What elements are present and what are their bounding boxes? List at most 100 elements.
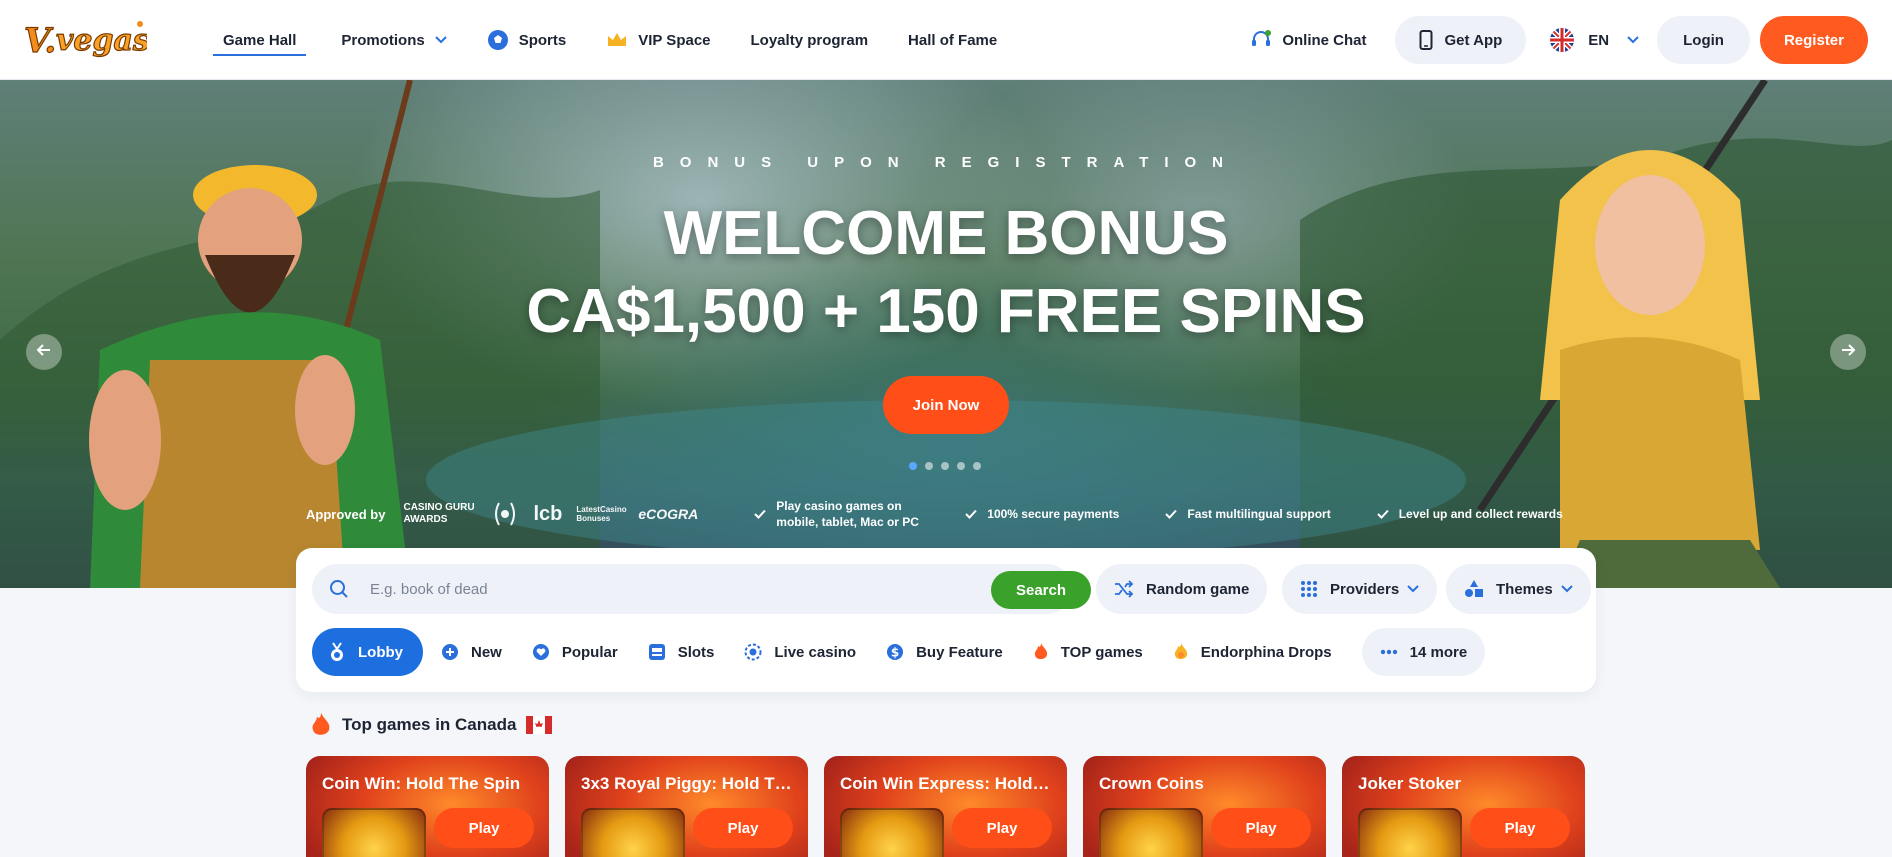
headset-icon (1250, 29, 1272, 51)
category-tab-label: Buy Feature (916, 643, 1003, 661)
shuffle-icon (1114, 580, 1134, 598)
feature-label: Play casino games on mobile, tablet, Mac… (776, 499, 919, 529)
category-tab-popular[interactable]: Popular (532, 628, 618, 676)
themes-dropdown[interactable]: Themes (1446, 564, 1591, 614)
nav-vip-space[interactable]: VIP Space (606, 0, 711, 80)
game-card[interactable]: Coin Win: Hold The Spin Play (306, 756, 549, 857)
register-button[interactable]: Register (1759, 16, 1868, 64)
category-tab-top-games[interactable]: TOP games (1033, 628, 1143, 676)
category-tab-lobby[interactable]: Lobby (312, 628, 423, 676)
nav-hall-of-fame-label: Hall of Fame (908, 31, 998, 49)
nav-game-hall-label: Game Hall (223, 31, 297, 49)
canada-flag-icon (526, 716, 553, 734)
slot-machine-icon (648, 643, 666, 661)
dollar-icon: $ (886, 643, 904, 661)
carousel-dot[interactable] (909, 462, 917, 470)
game-thumbnail[interactable] (322, 808, 426, 857)
game-card[interactable]: Coin Win Express: Hold The Spin Play (824, 756, 1067, 857)
carousel-dot[interactable] (941, 462, 949, 470)
join-now-button[interactable]: Join Now (883, 376, 1009, 434)
feature-label: 100% secure payments (987, 507, 1120, 521)
top-games-list: Coin Win: Hold The Spin Play 3x3 Royal P… (306, 756, 1585, 857)
carousel-next-button[interactable] (1830, 334, 1866, 370)
crown-icon (606, 31, 628, 49)
chevron-down-icon (435, 36, 447, 44)
category-tabs: Lobby New Popular Slots Live casino $ Bu… (312, 628, 1486, 676)
search-icon (328, 578, 350, 600)
play-label: Play (468, 819, 500, 837)
category-tab-label: Popular (561, 643, 618, 661)
approved-by: Approved by CASINO GURU AWARDS lcb Lates… (306, 501, 712, 527)
svg-text:$: $ (891, 646, 899, 660)
themes-label: Themes (1496, 580, 1553, 598)
play-label: Play (1504, 819, 1536, 837)
category-tab-label: Live casino (774, 643, 857, 661)
language-selector[interactable]: EN (1540, 28, 1639, 52)
nav-sports[interactable]: Sports (487, 0, 566, 80)
game-card[interactable]: Crown Coins Play (1083, 756, 1326, 857)
category-tab-label: Endorphina Drops (1200, 643, 1332, 661)
game-thumbnail[interactable] (581, 808, 685, 857)
category-tab-buy-feature[interactable]: $ Buy Feature (886, 628, 1003, 676)
chevron-down-icon (1560, 585, 1573, 593)
game-thumbnail[interactable] (1358, 808, 1462, 857)
hero-eyebrow: BONUS UPON REGISTRATION (652, 154, 1240, 171)
carousel-dots (909, 462, 989, 470)
play-button[interactable]: Play (1211, 808, 1311, 848)
category-tab-new[interactable]: New (441, 628, 502, 676)
carousel-dot[interactable] (973, 462, 981, 470)
category-tab-label: New (471, 643, 502, 661)
site-logo[interactable]: V. vegas (22, 12, 150, 68)
category-tab-endorphina-drops[interactable]: Endorphina Drops (1173, 628, 1332, 676)
carousel-prev-button[interactable] (26, 334, 62, 370)
online-chat-label: Online Chat (1282, 31, 1367, 49)
game-title: Coin Win: Hold The Spin (322, 774, 521, 793)
feature-item: 100% secure payments (965, 506, 1119, 522)
live-icon (744, 643, 762, 661)
play-label: Play (1245, 819, 1277, 837)
search-button[interactable]: Search (991, 571, 1091, 609)
nav-hall-of-fame[interactable]: Hall of Fame (908, 0, 997, 80)
game-thumbnail[interactable] (1099, 808, 1203, 857)
search-input[interactable] (370, 580, 930, 598)
online-chat-button[interactable]: Online Chat (1250, 29, 1367, 51)
game-title: Crown Coins (1099, 774, 1204, 793)
providers-dropdown[interactable]: Providers (1282, 564, 1438, 614)
medal-icon (328, 642, 346, 662)
lcb-logo: lcb (533, 502, 563, 525)
nav-game-hall[interactable]: Game Hall (212, 0, 307, 80)
flame-icon (1033, 642, 1049, 662)
category-tab-slots[interactable]: Slots (648, 628, 714, 676)
arrow-right-icon (1839, 341, 1857, 364)
nav-promotions[interactable]: Promotions (341, 0, 447, 80)
register-label: Register (1783, 31, 1844, 49)
get-app-button[interactable]: Get App (1394, 16, 1527, 64)
play-button[interactable]: Play (434, 808, 534, 848)
uk-flag-icon (1550, 28, 1575, 52)
carousel-dot[interactable] (957, 462, 965, 470)
ecogra-logo: eCOGRA (638, 506, 699, 522)
svg-text:V.: V. (24, 21, 56, 61)
category-tab-live-casino[interactable]: Live casino (744, 628, 856, 676)
random-game-button[interactable]: Random game (1096, 564, 1268, 614)
nav-loyalty-program[interactable]: Loyalty program (751, 0, 869, 80)
feature-item: Play casino games on mobile, tablet, Mac… (754, 498, 919, 530)
game-thumbnail[interactable] (840, 808, 944, 857)
carousel-dot[interactable] (925, 462, 933, 470)
login-button[interactable]: Login (1657, 16, 1750, 64)
search-button-label: Search (1015, 581, 1067, 599)
play-button[interactable]: Play (1470, 808, 1570, 848)
latest-casino-bonuses-logo: LatestCasino Bonuses (576, 505, 627, 523)
nav-promotions-label: Promotions (341, 31, 425, 49)
play-button[interactable]: Play (693, 808, 793, 848)
join-now-label: Join Now (912, 396, 980, 414)
game-search-panel: Search Random game Providers Themes Lo (296, 548, 1596, 692)
game-card[interactable]: Joker Stoker Play (1342, 756, 1585, 857)
category-more-button[interactable]: 14 more (1361, 628, 1486, 676)
play-button[interactable]: Play (952, 808, 1052, 848)
get-app-label: Get App (1444, 31, 1503, 49)
drop-flame-icon (1173, 642, 1189, 662)
game-card[interactable]: 3x3 Royal Piggy: Hold The Spin Play (565, 756, 808, 857)
play-label: Play (727, 819, 759, 837)
casino-guru-award: CASINO GURU AWARDS (403, 502, 475, 525)
